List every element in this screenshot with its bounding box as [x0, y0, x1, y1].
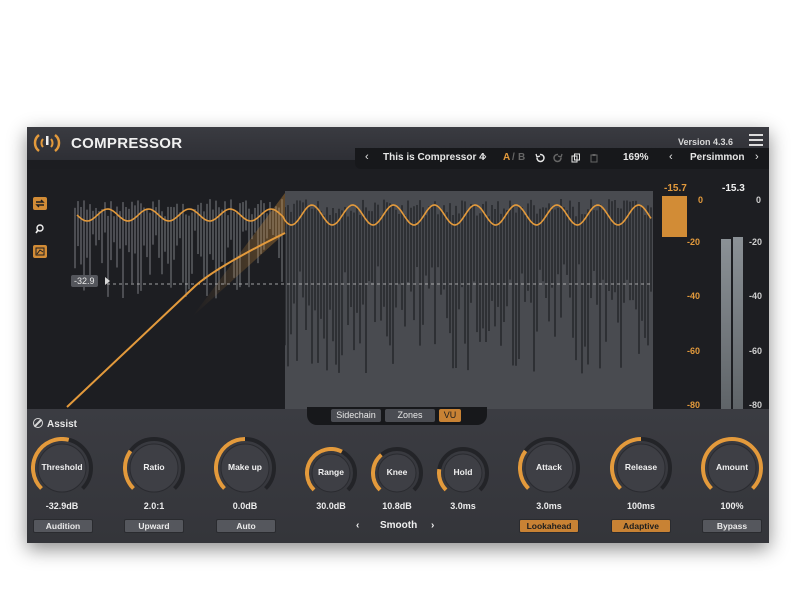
gr-scale-label: -60 [687, 346, 701, 356]
level-meter-left [721, 239, 731, 409]
level-scale-label: 0 [756, 195, 762, 205]
view-tabs: Sidechain Zones VU [307, 407, 487, 425]
knob-attack[interactable]: Attack [518, 437, 580, 499]
gr-scale-label: -20 [687, 237, 701, 247]
preset-name[interactable]: This is Compressor 4 [383, 152, 485, 163]
app-title: COMPRESSOR [71, 135, 183, 152]
logo-icon [33, 134, 61, 152]
smooth-prev-arrow[interactable]: ‹ [356, 520, 359, 531]
adaptive-button[interactable]: Adaptive [611, 519, 671, 533]
knee-shading [192, 193, 285, 317]
knob-range[interactable]: Range [305, 447, 357, 499]
knob-knee[interactable]: Knee [371, 447, 423, 499]
input-level-region [285, 191, 653, 409]
knob-release[interactable]: Release [610, 437, 672, 499]
upward-button[interactable]: Upward [124, 519, 184, 533]
hamburger-menu-icon[interactable] [749, 134, 763, 146]
knob-label: Make up [227, 462, 262, 472]
graph-view-icon[interactable] [33, 245, 47, 258]
knob-value: 3.0ms [536, 501, 562, 511]
level-meter-right [733, 237, 743, 409]
knob-value: 100ms [626, 501, 656, 511]
redo-icon[interactable] [553, 153, 563, 163]
knob-threshold[interactable]: Threshold [31, 437, 93, 499]
knob-value: 3.0ms [450, 501, 476, 511]
theme-next-arrow[interactable]: › [755, 151, 759, 163]
gain-reduction-readout: -15.7 [664, 183, 687, 194]
gain-reduction-meter [662, 196, 687, 237]
search-icon[interactable] [33, 222, 47, 235]
ab-b-button[interactable]: B [518, 152, 525, 163]
copy-icon[interactable] [571, 153, 581, 163]
knob-hold[interactable]: Hold [437, 447, 489, 499]
assist-button[interactable]: Assist [33, 418, 77, 430]
knob-amount[interactable]: Amount [701, 437, 763, 499]
paste-icon[interactable] [589, 153, 599, 163]
ab-a-button[interactable]: A [503, 152, 510, 163]
knob-label: Release [624, 462, 658, 472]
tab-sidechain[interactable]: Sidechain [331, 409, 381, 422]
knob-label: Amount [715, 462, 749, 472]
knob-label: Threshold [41, 462, 83, 472]
level-scale-label: -20 [749, 237, 763, 247]
knob-value: -32.9dB [45, 501, 79, 511]
gr-scale-label: -40 [687, 291, 701, 301]
preset-prev-arrow[interactable]: ‹ [365, 151, 369, 163]
undo-icon[interactable] [535, 153, 545, 163]
tab-vu[interactable]: VU [439, 409, 461, 422]
zoom-level[interactable]: 169% [623, 152, 649, 163]
gr-scale-label: 0 [698, 195, 704, 205]
level-scale-label: -40 [749, 291, 763, 301]
smooth-next-arrow[interactable]: › [431, 520, 434, 531]
assist-label: Assist [47, 419, 78, 430]
preset-bar: ‹ This is Compressor 4 › A / B 169% ‹ Pe… [355, 148, 769, 169]
ab-separator: / [512, 152, 515, 163]
output-level-readout: -15.3 [722, 183, 745, 194]
waveform-graph [66, 191, 653, 409]
audition-button[interactable]: Audition [33, 519, 93, 533]
waveform-display[interactable]: -32.9 -15.7 -15.3 0 -20 -40 -60 -80 0 -2… [27, 169, 769, 410]
auto-button[interactable]: Auto [216, 519, 276, 533]
theme-prev-arrow[interactable]: ‹ [669, 151, 673, 163]
level-scale-label: -60 [749, 346, 763, 356]
knob-label: Knee [386, 467, 408, 477]
threshold-value-tag[interactable]: -32.9 [71, 275, 98, 287]
controls-panel: Sidechain Zones VU Assist Threshold -32.9… [27, 407, 769, 543]
knob-label: Hold [453, 467, 473, 477]
tab-zones[interactable]: Zones [385, 409, 435, 422]
version-label: Version 4.3.6 [677, 137, 733, 147]
preset-next-arrow[interactable]: › [483, 151, 487, 163]
smoothing-mode[interactable]: Smooth [380, 520, 417, 531]
bypass-button[interactable]: Bypass [702, 519, 762, 533]
knob-value: 100% [720, 501, 744, 511]
knob-ratio[interactable]: Ratio [123, 437, 185, 499]
lookahead-button[interactable]: Lookahead [519, 519, 579, 533]
knob-label: Ratio [143, 462, 165, 472]
theme-name[interactable]: Persimmon [690, 152, 744, 163]
loop-icon[interactable] [33, 197, 47, 210]
compressor-plugin-window: COMPRESSOR Version 4.3.6 ‹ This is Compr… [27, 127, 769, 543]
knob-value: 0.0dB [232, 501, 258, 511]
knob-label: Attack [536, 462, 562, 472]
assist-icon [33, 418, 43, 428]
knob-make-up[interactable]: Make up [214, 437, 276, 499]
knob-value: 2.0:1 [143, 501, 165, 511]
threshold-handle[interactable] [105, 277, 110, 285]
knob-label: Range [318, 467, 344, 477]
